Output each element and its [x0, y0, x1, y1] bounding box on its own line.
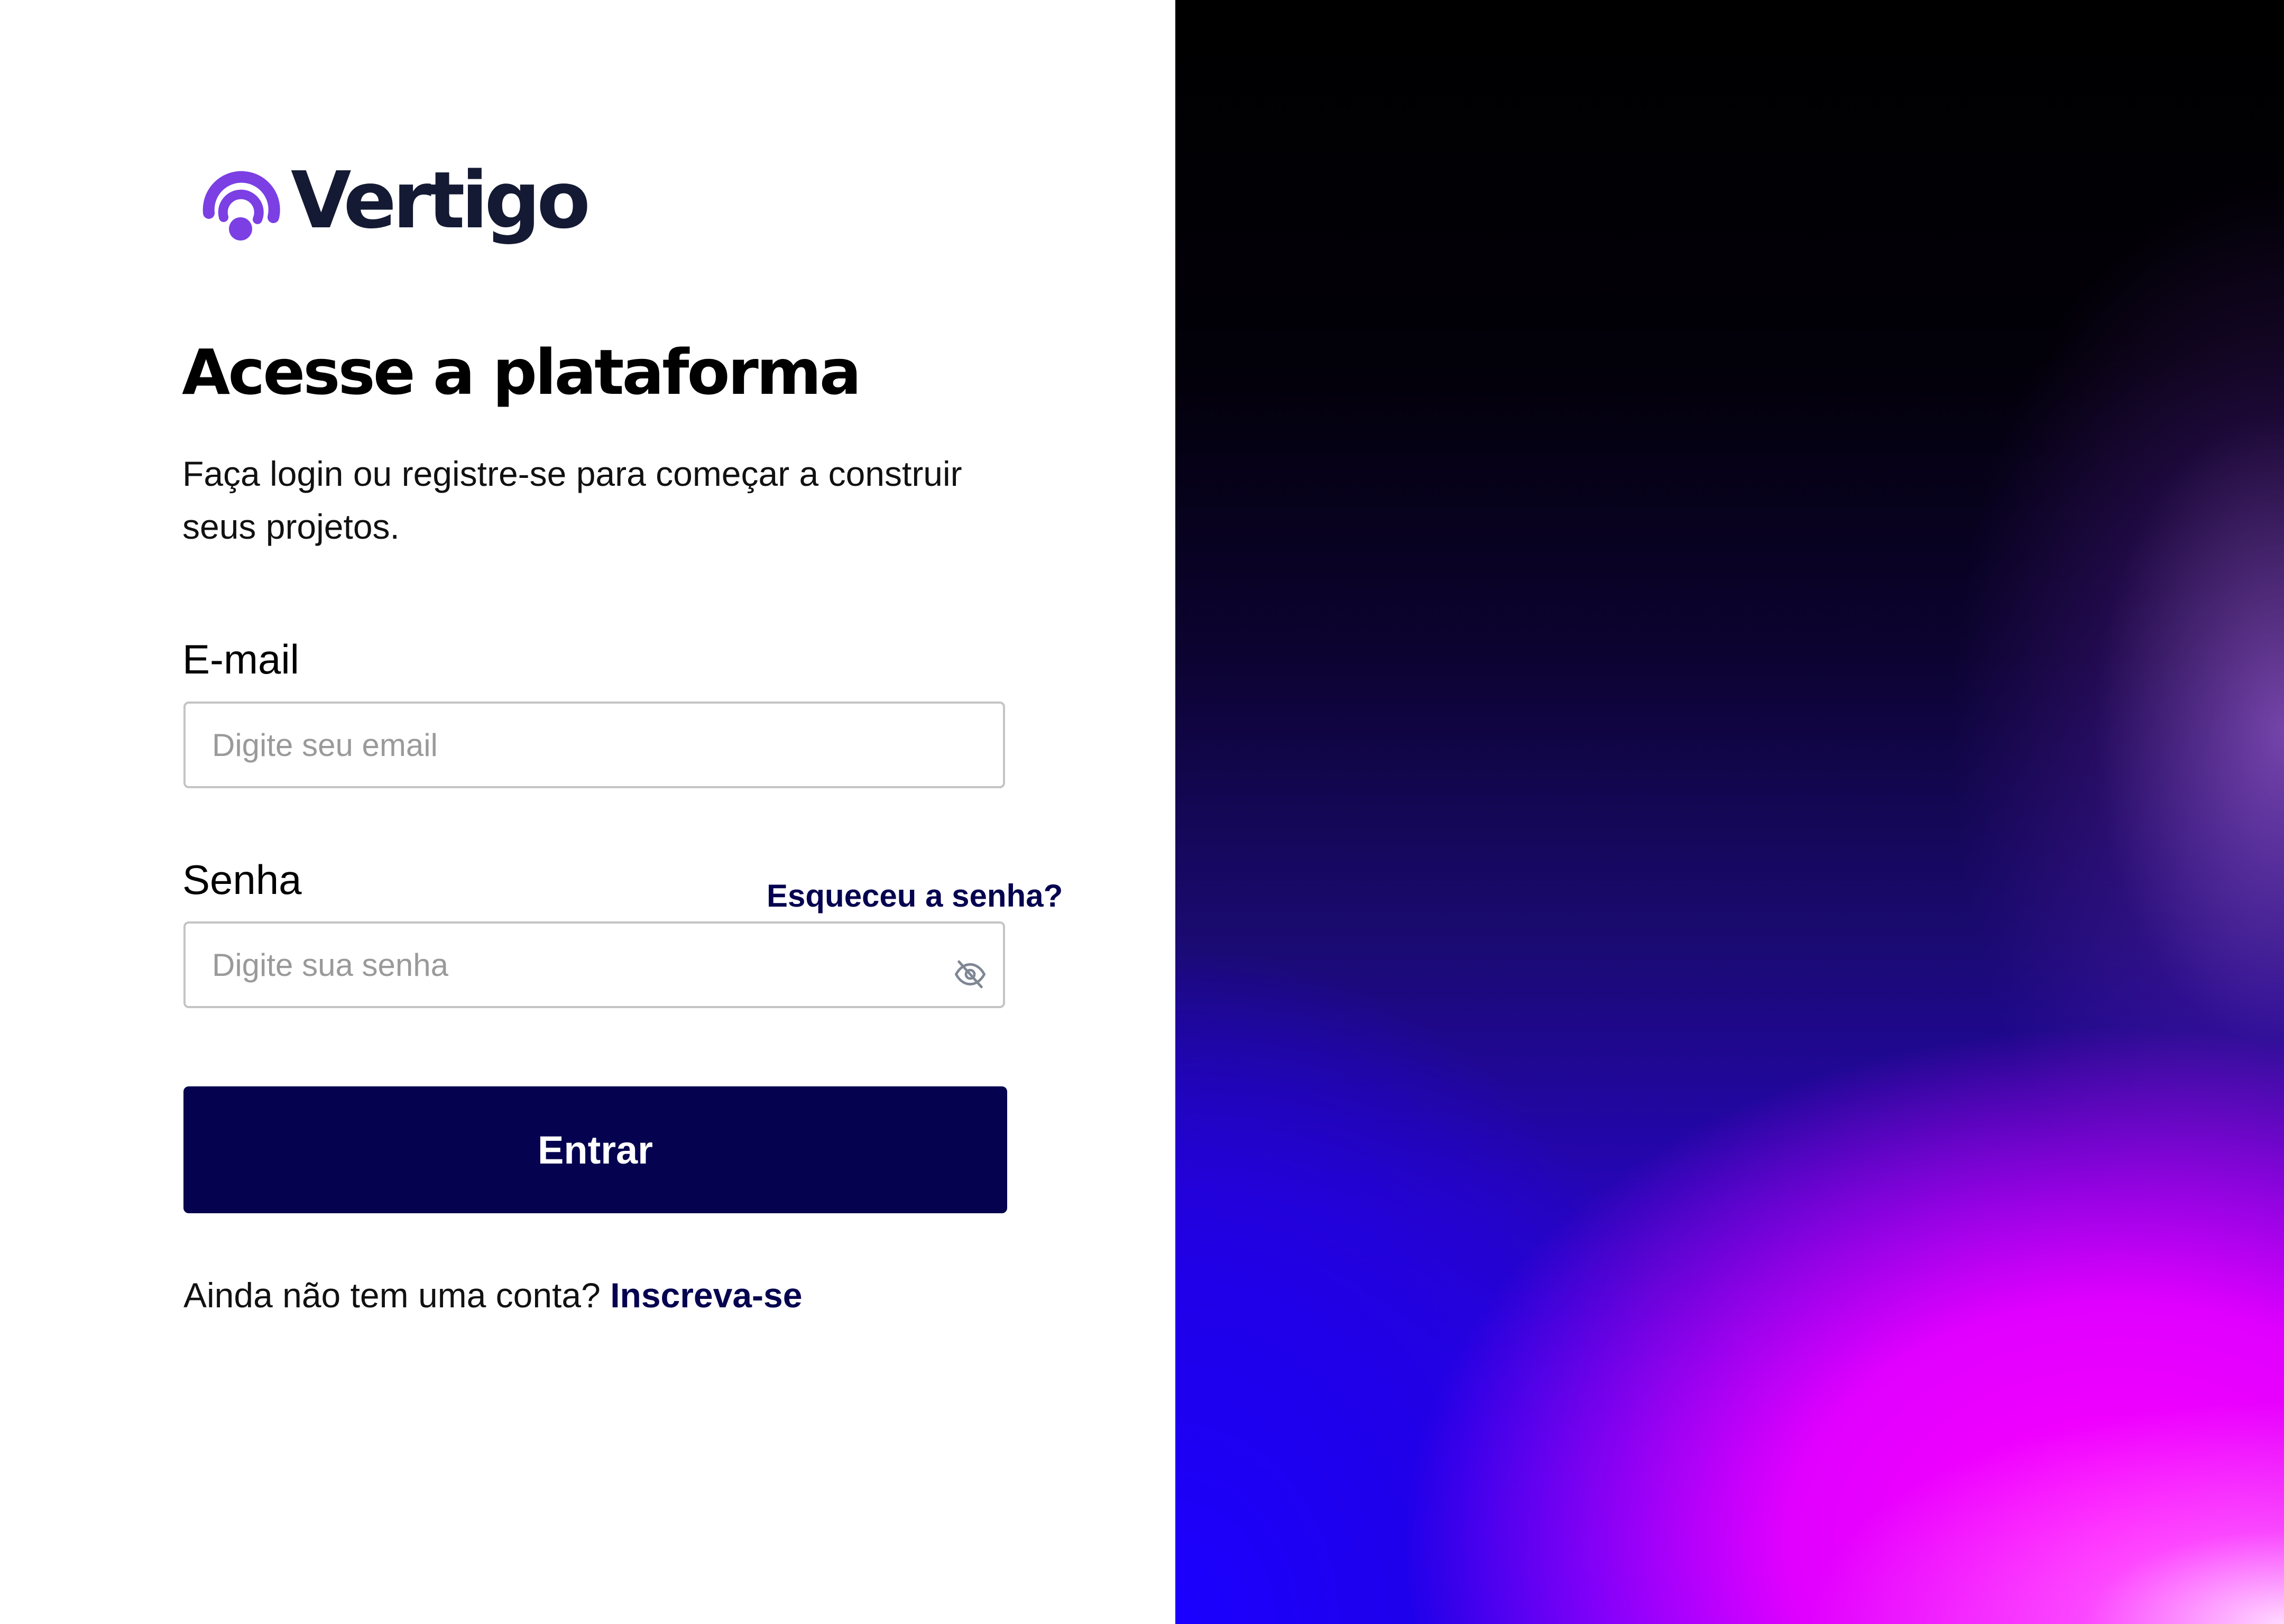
page-title: Acesse a plataforma: [182, 336, 861, 409]
brand-logo: Vertigo: [198, 153, 591, 254]
password-field[interactable]: [212, 924, 952, 1006]
password-label: Senha: [182, 856, 302, 903]
login-panel: Vertigo Acesse a plataforma Faça login o…: [0, 0, 1175, 1624]
signup-prompt: Ainda não tem uma conta?: [183, 1276, 611, 1315]
vertigo-logo-icon: [202, 171, 280, 241]
email-field-container: [183, 702, 1005, 788]
password-field-container: [183, 921, 1005, 1008]
login-button[interactable]: Entrar: [183, 1086, 1007, 1213]
hero-gradient-panel: [1175, 0, 2284, 1624]
page-subtitle: Faça login ou registre-se para começar a…: [182, 454, 962, 546]
signup-row: Ainda não tem uma conta? Inscreva-se: [183, 1275, 802, 1315]
brand-name: Vertigo: [291, 155, 591, 246]
email-label: E-mail: [182, 636, 300, 682]
signup-link[interactable]: Inscreva-se: [610, 1276, 802, 1315]
eye-off-icon[interactable]: [953, 957, 987, 991]
forgot-password-link[interactable]: Esqueceu a senha?: [767, 878, 1063, 914]
email-field[interactable]: [212, 704, 952, 786]
